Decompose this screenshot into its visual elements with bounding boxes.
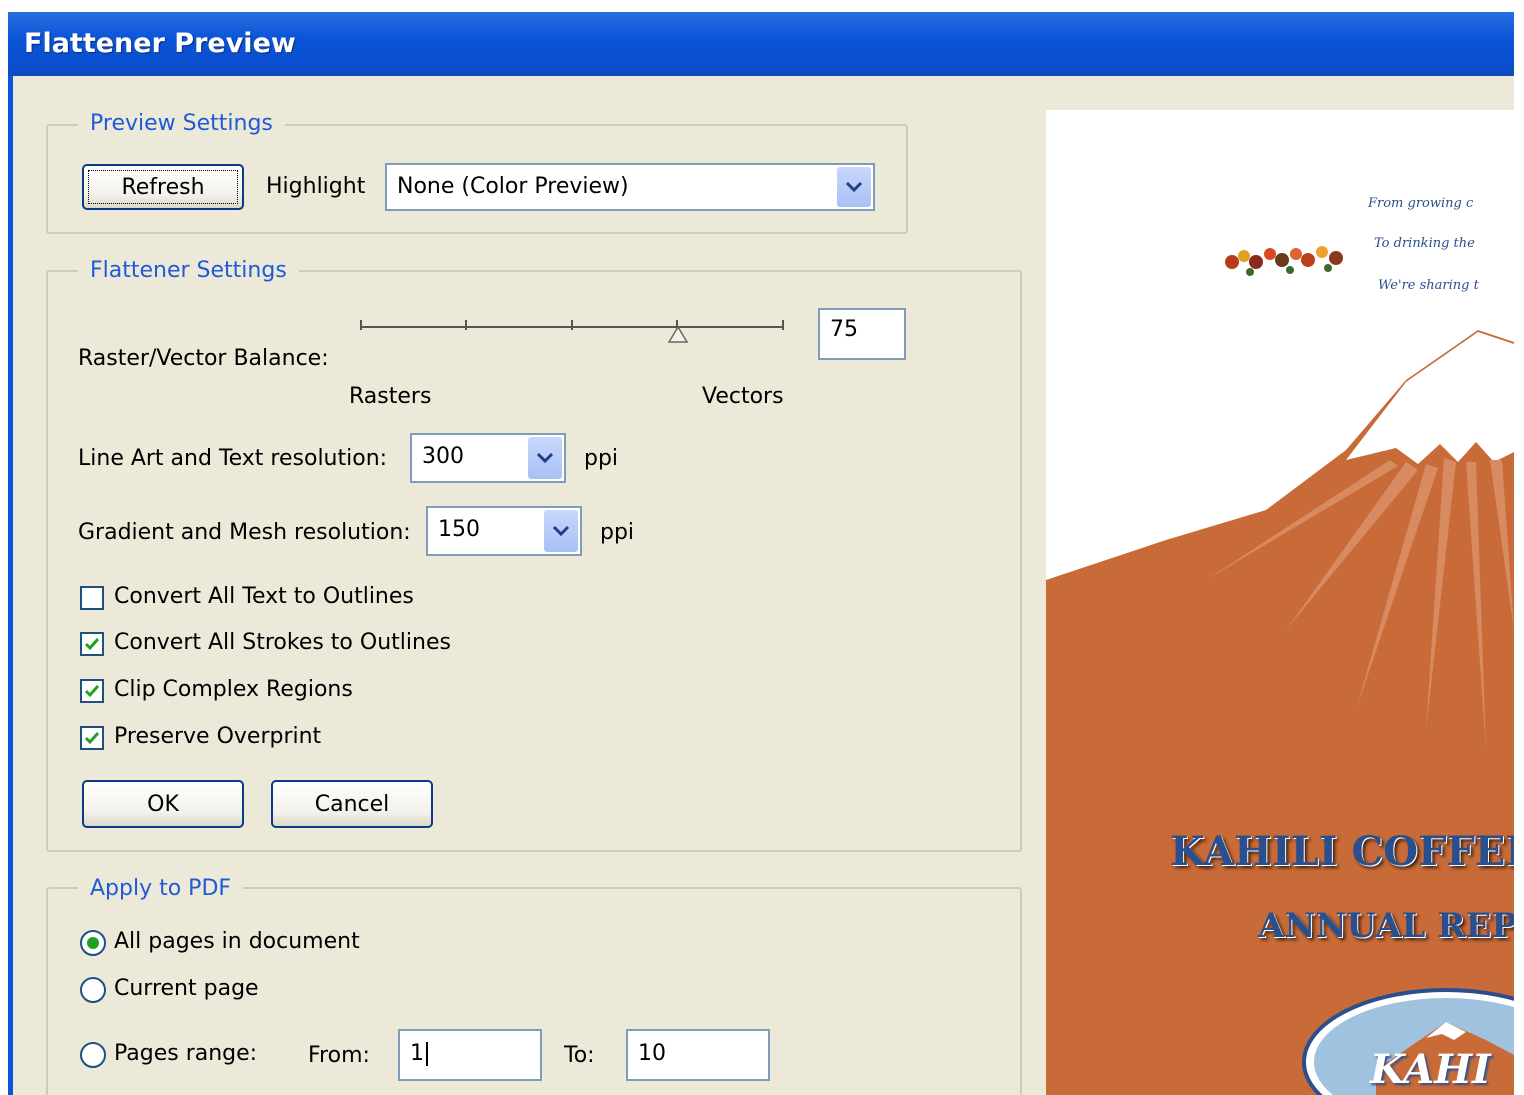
balance-value-field[interactable]: 75: [818, 308, 906, 360]
gradient-resolution-value: 150: [438, 517, 480, 542]
checkmark-icon: [84, 732, 100, 745]
pages-range-label: Pages range:: [114, 1041, 258, 1066]
raster-vector-balance-label: Raster/Vector Balance:: [78, 346, 329, 371]
vectors-label: Vectors: [702, 384, 784, 409]
gradient-resolution-select[interactable]: 150: [426, 506, 582, 556]
from-page-value: 1: [410, 1041, 424, 1066]
apply-to-pdf-legend: Apply to PDF: [78, 876, 244, 901]
preview-script-line: To drinking the: [1374, 236, 1475, 251]
preview-logo-text: KAHI: [1370, 1046, 1491, 1093]
flowers-decoration: [1225, 246, 1343, 276]
document-preview: From growing c To drinking the We're sha…: [1046, 110, 1514, 1095]
flattener-preview-dialog: Flattener Preview Preview Settings Refre…: [8, 12, 1514, 1095]
highlight-label: Highlight: [266, 174, 366, 199]
convert-strokes-checkbox[interactable]: [80, 632, 104, 656]
to-label: To:: [564, 1043, 595, 1068]
cancel-button-label: Cancel: [314, 791, 390, 817]
cancel-button[interactable]: Cancel: [271, 780, 433, 828]
chevron-down-icon[interactable]: [837, 167, 871, 207]
chevron-down-icon[interactable]: [528, 437, 562, 479]
refresh-button-label: Refresh: [121, 174, 205, 200]
text-cursor: [426, 1042, 428, 1066]
preview-report-title: ANNUAL REP: [1258, 906, 1514, 946]
mountain-snowcap: [1346, 332, 1514, 464]
radio-selected-dot: [87, 937, 99, 949]
to-page-input[interactable]: 10: [626, 1029, 770, 1081]
slider-tick: [782, 320, 784, 330]
highlight-select[interactable]: None (Color Preview): [385, 163, 875, 211]
to-page-value: 10: [638, 1041, 666, 1066]
pages-range-radio[interactable]: [80, 1042, 106, 1068]
preview-script-line: We're sharing t: [1378, 278, 1479, 293]
line-art-resolution-value: 300: [422, 444, 464, 469]
all-pages-radio[interactable]: [80, 930, 106, 956]
chevron-down-icon[interactable]: [544, 510, 578, 552]
line-art-resolution-label: Line Art and Text resolution:: [78, 446, 388, 471]
preview-settings-legend: Preview Settings: [78, 111, 285, 136]
line-art-unit: ppi: [584, 446, 619, 471]
convert-text-checkbox[interactable]: [80, 586, 104, 610]
slider-thumb[interactable]: [667, 326, 689, 344]
preserve-overprint-checkbox[interactable]: [80, 726, 104, 750]
ok-button[interactable]: OK: [82, 780, 244, 828]
slider-tick: [360, 320, 362, 330]
convert-text-label: Convert All Text to Outlines: [114, 584, 414, 609]
balance-value: 75: [830, 317, 858, 342]
from-label: From:: [308, 1043, 370, 1068]
title-bar[interactable]: Flattener Preview: [8, 12, 1514, 76]
ok-button-label: OK: [147, 791, 179, 817]
slider-tick: [571, 320, 573, 330]
rasters-label: Rasters: [349, 384, 432, 409]
current-page-label: Current page: [114, 976, 259, 1001]
preview-script-line: From growing c: [1368, 196, 1474, 211]
refresh-button[interactable]: Refresh: [82, 164, 244, 210]
gradient-resolution-label: Gradient and Mesh resolution:: [78, 520, 411, 545]
highlight-select-value: None (Color Preview): [397, 174, 629, 199]
convert-strokes-label: Convert All Strokes to Outlines: [114, 630, 451, 655]
checkmark-icon: [84, 685, 100, 698]
checkmark-icon: [84, 638, 100, 651]
slider-tick: [465, 320, 467, 330]
line-art-resolution-select[interactable]: 300: [410, 433, 566, 483]
flattener-settings-legend: Flattener Settings: [78, 258, 299, 283]
preserve-overprint-label: Preserve Overprint: [114, 724, 322, 749]
from-page-input[interactable]: 1: [398, 1029, 542, 1081]
clip-complex-label: Clip Complex Regions: [114, 677, 353, 702]
current-page-radio[interactable]: [80, 977, 106, 1003]
gradient-unit: ppi: [600, 520, 635, 545]
preview-artwork: [1046, 246, 1514, 1095]
all-pages-label: All pages in document: [114, 929, 360, 954]
preview-company-name: KAHILI COFFEE: [1170, 828, 1514, 875]
window-left-border: [8, 76, 13, 1095]
window-title: Flattener Preview: [24, 28, 296, 59]
raster-vector-slider[interactable]: [360, 312, 788, 352]
clip-complex-checkbox[interactable]: [80, 679, 104, 703]
